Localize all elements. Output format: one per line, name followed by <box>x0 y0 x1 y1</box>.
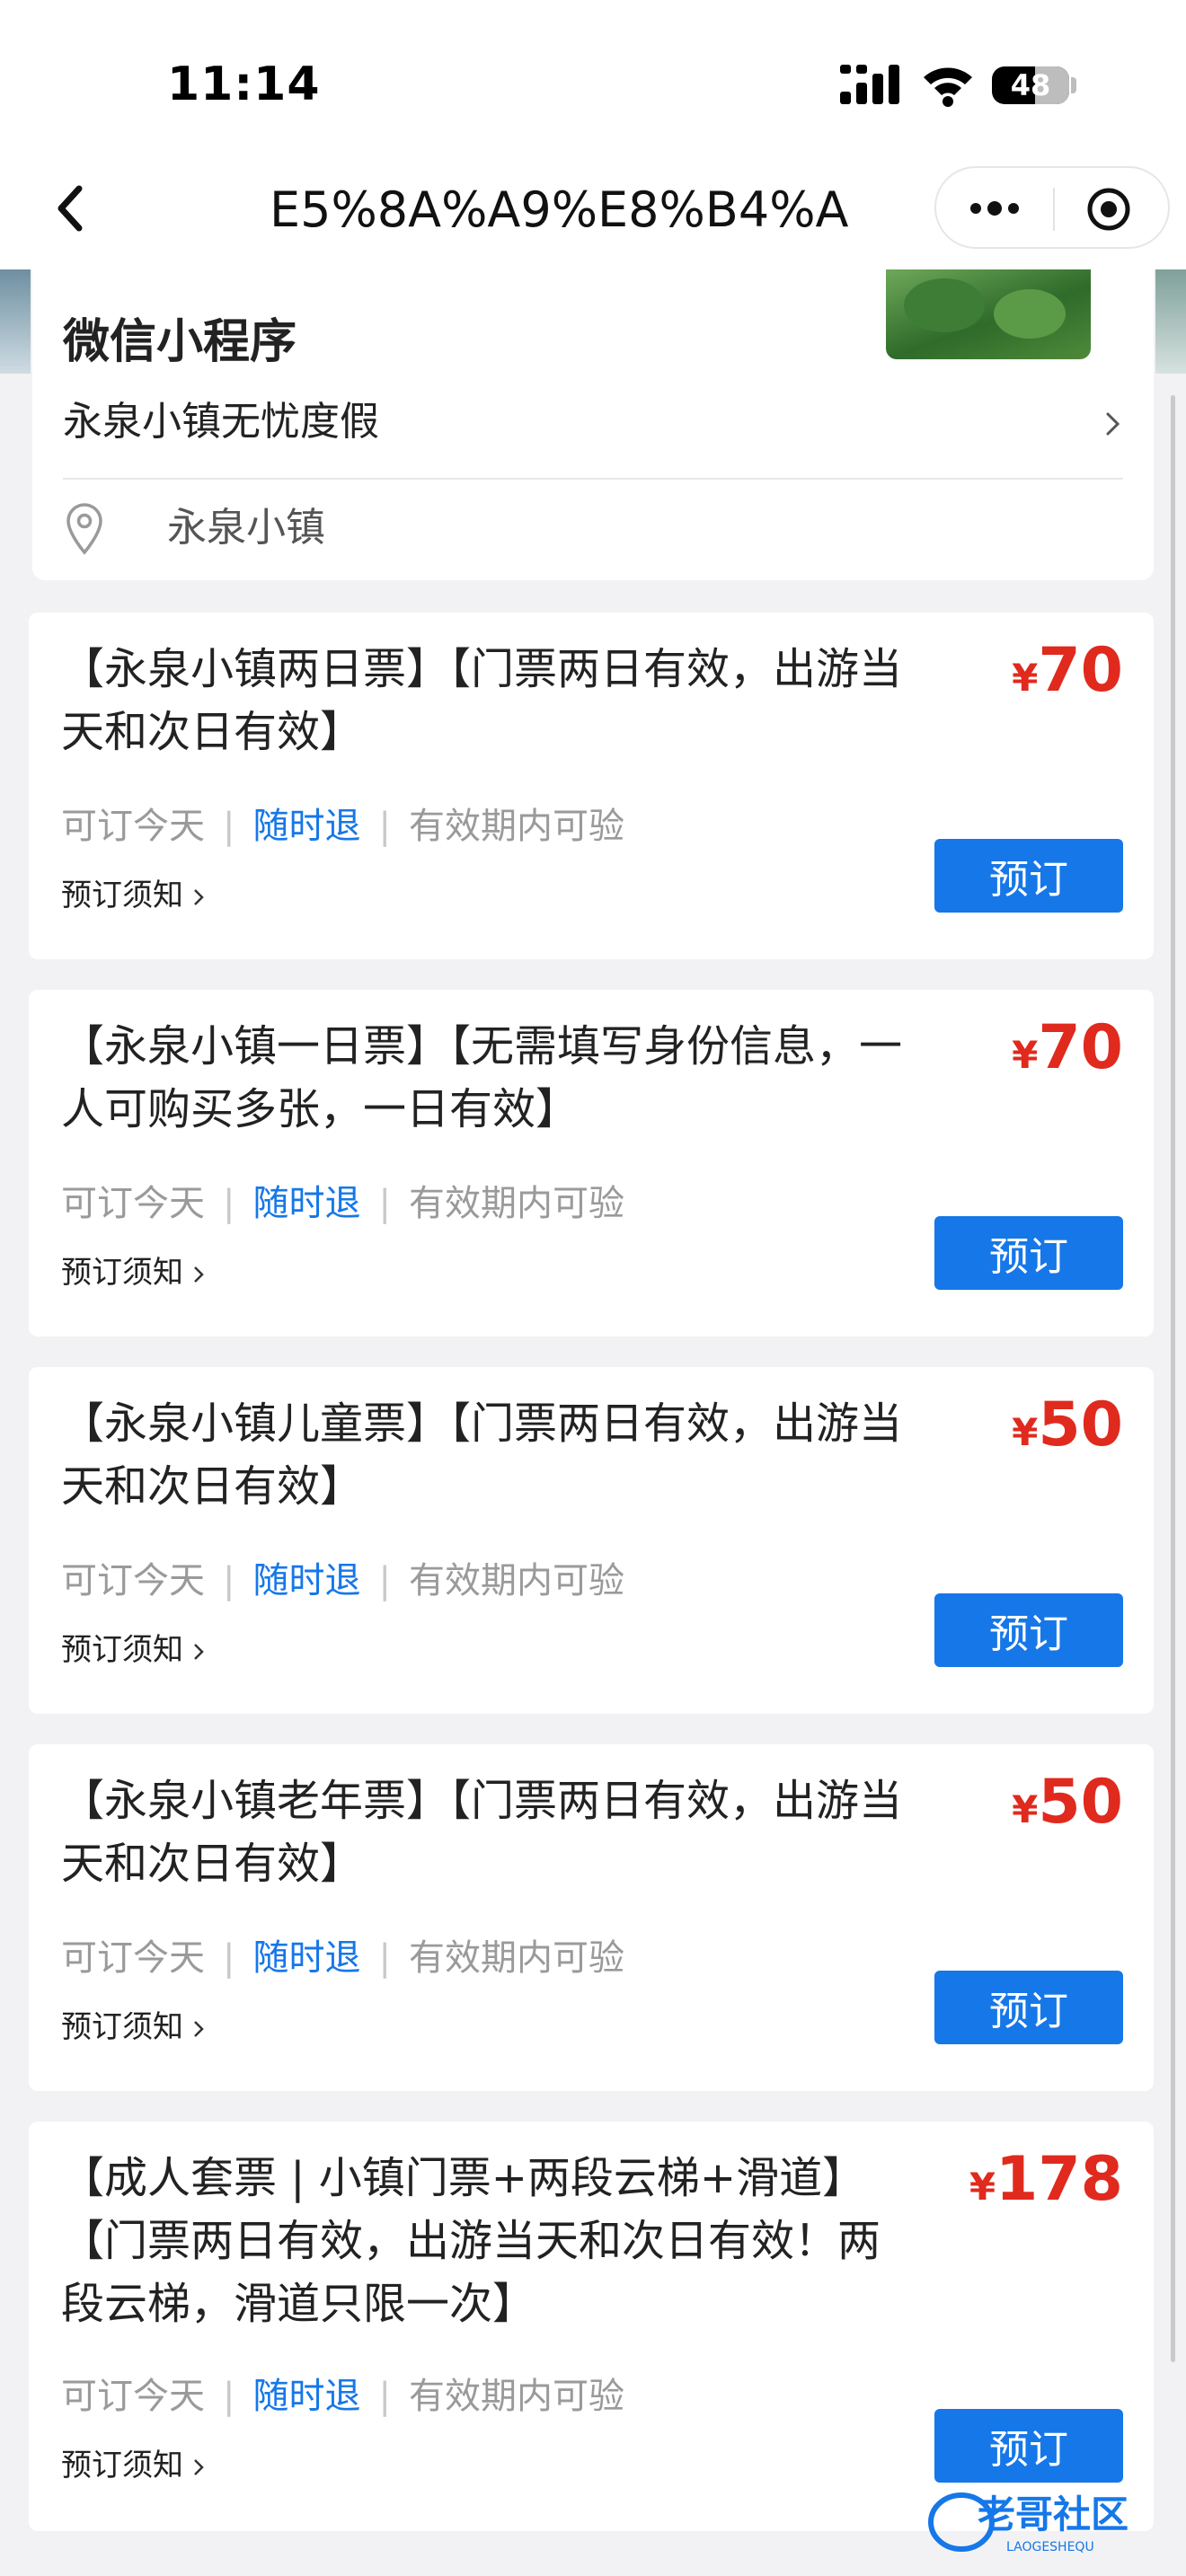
book-button[interactable]: 预订 <box>934 1971 1123 2044</box>
capsule-divider <box>1053 188 1055 231</box>
ticket-price: ¥70 <box>1012 635 1123 706</box>
chevron-right-icon <box>194 888 204 905</box>
nav-bar: E5%8A%A9%E8%B4%A <box>0 157 1186 269</box>
ticket-name: 【成人套票 | 小镇门票+两段云梯+滑道】【门票两日有效，出游当天和次日有效！两… <box>61 2153 881 2329</box>
tag-book-today: 可订今天 <box>61 806 205 847</box>
tag-refund-anytime: 随时退 <box>252 1560 361 1601</box>
battery-tip <box>1071 77 1076 93</box>
status-time: 11:14 <box>167 57 321 111</box>
cellular-signal-icon <box>840 65 899 104</box>
chevron-right-icon <box>194 2458 204 2475</box>
tag-refund-anytime: 随时退 <box>252 806 361 847</box>
scenic-thumbnail <box>886 269 1091 359</box>
location-text: 永泉小镇 <box>167 505 325 551</box>
shop-header-card: 微信小程序 永泉小镇无忧度假 永泉小镇 <box>32 269 1154 580</box>
chevron-right-icon <box>1106 412 1120 436</box>
ticket-tags: 可订今天 | 随时退 | 有效期内可验 <box>61 2376 624 2417</box>
more-options-icon[interactable] <box>967 186 1022 231</box>
ticket-price: ¥50 <box>1012 1389 1123 1460</box>
booking-notice-link[interactable]: 预订须知 <box>61 2005 205 2050</box>
tag-book-today: 可订今天 <box>61 2376 205 2417</box>
ticket-card[interactable]: 【成人套票 | 小镇门票+两段云梯+滑道】【门票两日有效，出游当天和次日有效！两… <box>29 2122 1154 2531</box>
banner-image-left <box>0 269 31 374</box>
tag-valid-period: 有效期内可验 <box>408 2376 624 2417</box>
tag-book-today: 可订今天 <box>61 1560 205 1601</box>
ticket-price: ¥178 <box>969 2144 1123 2215</box>
ticket-name: 【永泉小镇老年票】【门票两日有效，出游当天和次日有效】 <box>61 1776 903 1889</box>
location-pin-icon <box>66 503 102 555</box>
chevron-right-icon <box>194 1266 204 1283</box>
book-button[interactable]: 预订 <box>934 839 1123 913</box>
ticket-price: ¥50 <box>1012 1767 1123 1838</box>
tag-valid-period: 有效期内可验 <box>408 1937 624 1979</box>
ticket-name: 【永泉小镇一日票】【无需填写身份信息，一人可购买多张，一日有效】 <box>61 1021 903 1134</box>
tag-valid-period: 有效期内可验 <box>408 1560 624 1601</box>
ticket-card[interactable]: 【永泉小镇两日票】【门票两日有效，出游当天和次日有效】 ¥70 可订今天 | 随时退… <box>29 613 1154 959</box>
divider <box>63 478 1123 480</box>
ticket-card[interactable]: 【永泉小镇儿童票】【门票两日有效，出游当天和次日有效】 ¥50 可订今天 | 随时退… <box>29 1367 1154 1714</box>
tag-valid-period: 有效期内可验 <box>408 1183 624 1224</box>
battery-icon: 48 <box>992 66 1069 104</box>
ticket-name: 【永泉小镇儿童票】【门票两日有效，出游当天和次日有效】 <box>61 1398 903 1512</box>
battery-percent: 48 <box>1010 68 1051 102</box>
wifi-icon <box>924 67 972 107</box>
ticket-tags: 可订今天 | 随时退 | 有效期内可验 <box>61 806 624 847</box>
back-arrow-icon[interactable] <box>45 181 99 235</box>
ticket-card[interactable]: 【永泉小镇老年票】【门票两日有效，出游当天和次日有效】 ¥50 可订今天 | 随时退… <box>29 1744 1154 2091</box>
shop-name: 永泉小镇无忧度假 <box>63 399 379 445</box>
shop-link[interactable]: 永泉小镇无忧度假 <box>63 395 1123 449</box>
booking-notice-link[interactable]: 预订须知 <box>61 1628 205 1672</box>
tag-book-today: 可订今天 <box>61 1937 205 1979</box>
tag-refund-anytime: 随时退 <box>252 2376 361 2417</box>
book-button[interactable]: 预订 <box>934 2409 1123 2483</box>
location-row[interactable]: 永泉小镇 <box>63 499 1123 557</box>
chevron-right-icon <box>194 1643 204 1660</box>
banner-image-right <box>1155 269 1186 374</box>
close-mini-program-icon[interactable] <box>1085 186 1132 233</box>
svg-text:LAOGESHEQU: LAOGESHEQU <box>1006 2540 1094 2554</box>
booking-notice-link[interactable]: 预订须知 <box>61 1250 205 1295</box>
ticket-tags: 可订今天 | 随时退 | 有效期内可验 <box>61 1183 624 1224</box>
mini-program-label: 微信小程序 <box>63 315 297 369</box>
booking-notice-link[interactable]: 预订须知 <box>61 2443 205 2488</box>
page-url-title: E5%8A%A9%E8%B4%A <box>270 181 849 238</box>
tag-book-today: 可订今天 <box>61 1183 205 1224</box>
ticket-card[interactable]: 【永泉小镇一日票】【无需填写身份信息，一人可购买多张，一日有效】 ¥70 可订今… <box>29 990 1154 1337</box>
book-button[interactable]: 预订 <box>934 1216 1123 1290</box>
tag-valid-period: 有效期内可验 <box>408 806 624 847</box>
mini-program-capsule <box>934 166 1170 249</box>
book-button[interactable]: 预订 <box>934 1593 1123 1667</box>
watermark-logo: 老哥社区 LAOGESHEQU <box>928 2492 1128 2554</box>
scrollbar[interactable] <box>1171 395 1175 2362</box>
tag-refund-anytime: 随时退 <box>252 1937 361 1979</box>
ticket-price: ¥70 <box>1012 1012 1123 1083</box>
tag-refund-anytime: 随时退 <box>252 1183 361 1224</box>
status-bar: 11:14 48 <box>0 0 1186 157</box>
ticket-name: 【永泉小镇两日票】【门票两日有效，出游当天和次日有效】 <box>61 644 903 757</box>
chevron-right-icon <box>194 2020 204 2037</box>
svg-text:老哥社区: 老哥社区 <box>978 2492 1128 2536</box>
booking-notice-link[interactable]: 预订须知 <box>61 873 205 918</box>
ticket-tags: 可订今天 | 随时退 | 有效期内可验 <box>61 1560 624 1601</box>
ticket-tags: 可订今天 | 随时退 | 有效期内可验 <box>61 1937 624 1979</box>
